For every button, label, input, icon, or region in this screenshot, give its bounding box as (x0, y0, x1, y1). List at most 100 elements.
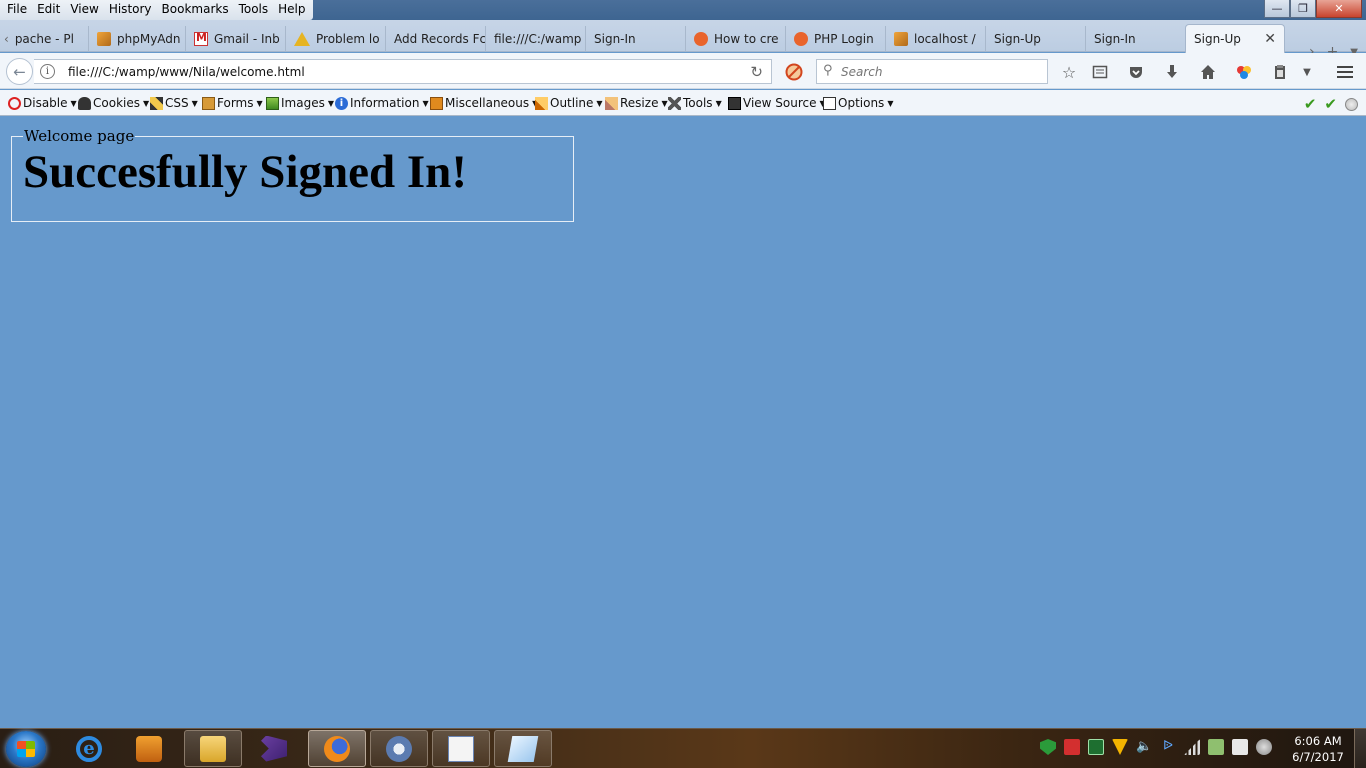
dev-menu-label: Tools (683, 96, 713, 110)
dev-resize-menu[interactable]: Resize ▼ (605, 96, 668, 110)
download-icon[interactable] (1162, 62, 1182, 82)
volume-icon[interactable]: 🔈 (1136, 739, 1152, 755)
tab[interactable]: localhost / (885, 26, 985, 52)
dev-images-menu[interactable]: Images ▼ (266, 96, 334, 110)
taskbar: e 🔈 ᐉ 6:06 AM 6/7/2017 (0, 728, 1366, 768)
close-window-button[interactable]: ✕ (1316, 0, 1362, 18)
tab[interactable]: Add Records Fc (385, 26, 485, 52)
tab-label: Sign-In (1094, 32, 1136, 46)
network-warning-icon[interactable] (1112, 739, 1128, 755)
taskbar-firefox[interactable] (308, 730, 366, 767)
taskbar-explorer[interactable] (184, 730, 242, 767)
css-valid-check-icon[interactable]: ✔ (1304, 95, 1317, 113)
dev-css-menu[interactable]: CSS ▼ (150, 96, 198, 110)
page-viewport: Welcome page Succesfully Signed In! (0, 117, 1366, 728)
network-icon[interactable] (1256, 739, 1272, 755)
bluetooth-icon[interactable]: ᐉ (1160, 739, 1176, 755)
dev-menu-label: Cookies (93, 96, 140, 110)
form-icon (202, 96, 215, 110)
menu-file[interactable]: File (2, 0, 32, 20)
show-desktop-button[interactable] (1354, 729, 1366, 768)
menu-view[interactable]: View (65, 0, 103, 20)
success-heading: Succesfully Signed In! (23, 146, 467, 198)
url-bar[interactable]: i ↻ (34, 59, 772, 84)
dev-menu-label: View Source (743, 96, 817, 110)
ubuntu-icon (694, 32, 708, 46)
blocked-icon[interactable] (784, 62, 804, 82)
dev-outline-menu[interactable]: Outline ▼ (535, 96, 603, 110)
source-icon (728, 96, 741, 110)
menu-history[interactable]: History (104, 0, 157, 20)
bookmark-star-icon[interactable]: ☆ (1059, 62, 1079, 82)
power-icon[interactable] (1208, 739, 1224, 755)
close-tab-icon[interactable]: ✕ (1264, 31, 1276, 47)
clipboard-icon[interactable] (1270, 62, 1290, 82)
clock-time: 6:06 AM (1294, 734, 1342, 748)
antivirus-icon[interactable] (1064, 739, 1080, 755)
taskbar-settings[interactable] (370, 730, 428, 767)
minimize-button[interactable]: — (1264, 0, 1290, 18)
reading-list-icon[interactable] (1090, 62, 1110, 82)
back-button[interactable]: ← (6, 58, 33, 85)
taskbar-document[interactable] (432, 730, 490, 767)
device-icon[interactable] (1232, 739, 1248, 755)
dev-menu-label: Images (281, 96, 325, 110)
dev-view-source-menu[interactable]: View Source▼ (728, 96, 826, 110)
taskbar-media-player[interactable] (120, 730, 178, 767)
tab[interactable]: PHP Login (785, 26, 885, 52)
dev-tools-menu[interactable]: Tools ▼ (668, 96, 722, 110)
dev-forms-menu[interactable]: Forms ▼ (202, 96, 263, 110)
menu-bookmarks[interactable]: Bookmarks (157, 0, 234, 20)
options-icon (823, 96, 836, 110)
tab-label: PHP Login (814, 32, 874, 46)
tab[interactable]: file:///C:/wamp (485, 26, 585, 52)
taskbar-notepad[interactable] (494, 730, 552, 767)
wamp-icon[interactable] (1088, 739, 1104, 755)
start-button[interactable] (6, 731, 46, 767)
dev-disable-menu[interactable]: Disable ▼ (8, 96, 77, 110)
extension-colors-icon[interactable] (1234, 62, 1254, 82)
render-mode-icon[interactable] (1345, 97, 1358, 111)
tab[interactable]: phpMyAdn (88, 26, 185, 52)
tab[interactable]: Sign-In (1085, 26, 1185, 52)
tab[interactable]: Problem lo (285, 26, 385, 52)
menu-edit[interactable]: Edit (32, 0, 65, 20)
dev-cookies-menu[interactable]: Cookies ▼ (78, 96, 149, 110)
signal-icon[interactable] (1184, 739, 1200, 755)
home-icon[interactable] (1198, 62, 1218, 82)
window-controls: — ❐ ✕ (1264, 0, 1362, 18)
tab[interactable]: How to cre (685, 26, 785, 52)
menu-tools[interactable]: Tools (234, 0, 274, 20)
hamburger-menu-icon[interactable] (1335, 62, 1355, 82)
pocket-icon[interactable] (1126, 62, 1146, 82)
site-info-icon[interactable]: i (40, 64, 55, 79)
dev-miscellaneous-menu[interactable]: Miscellaneous▼ (430, 96, 538, 110)
tab-scroll-left-icon[interactable]: ‹ (4, 32, 9, 46)
js-valid-check-icon[interactable]: ✔ (1324, 95, 1337, 113)
shield-icon[interactable] (1040, 739, 1056, 755)
tab-active[interactable]: Sign-Up ✕ (1185, 24, 1285, 53)
toolbar-dropdown-icon[interactable]: ▼ (1297, 62, 1317, 82)
menu-help[interactable]: Help (273, 0, 310, 20)
image-icon (266, 96, 279, 110)
document-icon (448, 735, 474, 762)
taskbar-clock[interactable]: 6:06 AM 6/7/2017 (1288, 733, 1348, 765)
taskbar-visual-studio[interactable] (245, 730, 303, 767)
url-input[interactable] (68, 63, 728, 81)
pencil-icon (150, 96, 163, 110)
tab-label: phpMyAdn (117, 32, 181, 46)
reload-icon[interactable]: ↻ (750, 63, 763, 81)
tab[interactable]: Gmail - Inb (185, 26, 285, 52)
search-bar[interactable]: ⚲ (816, 59, 1048, 84)
search-input[interactable] (841, 63, 1041, 81)
cookie-person-icon (78, 96, 91, 110)
tab[interactable]: Sign-Up (985, 26, 1085, 52)
restore-button[interactable]: ❐ (1290, 0, 1316, 18)
dev-options-menu[interactable]: Options ▼ (823, 96, 893, 110)
taskbar-ie[interactable]: e (60, 730, 118, 767)
dev-information-menu[interactable]: i Information ▼ (335, 96, 429, 110)
tab[interactable]: Sign-In (585, 26, 685, 52)
tab[interactable]: ‹ pache - Pl (0, 26, 88, 52)
tab-label: Sign-In (594, 32, 636, 46)
validation-status: ✔ ✔ (1304, 95, 1358, 113)
